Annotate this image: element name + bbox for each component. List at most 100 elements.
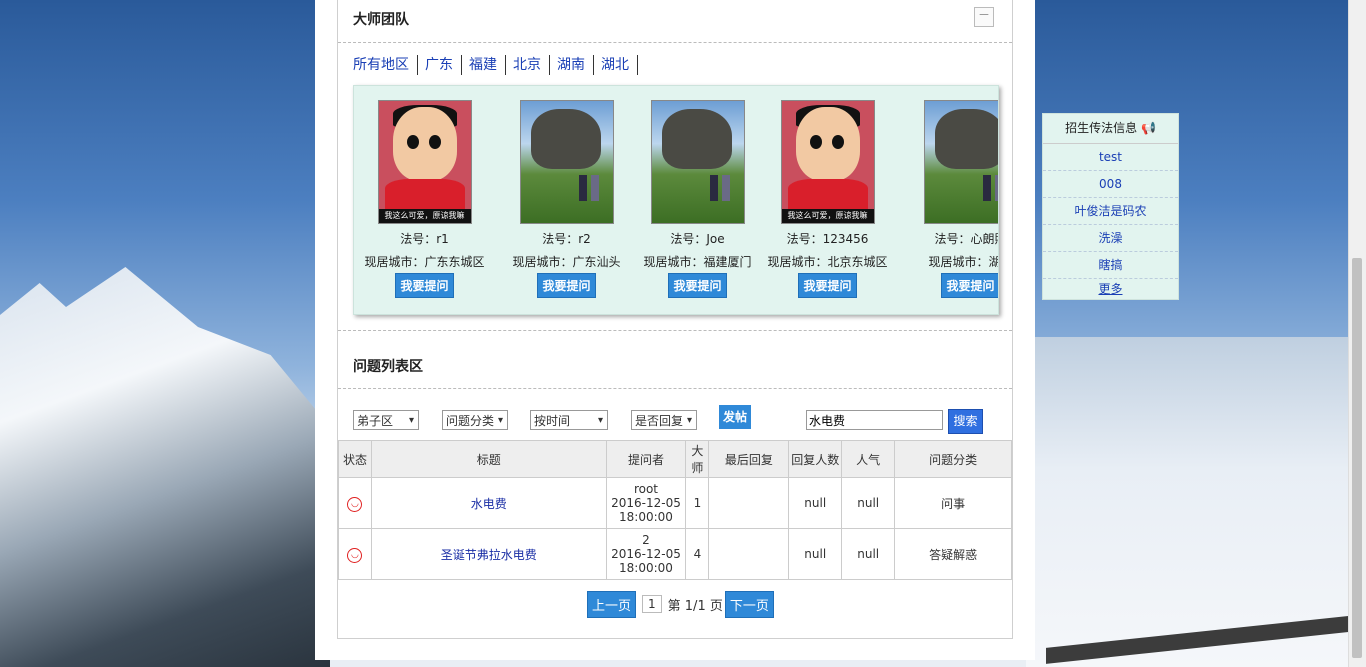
post-button[interactable]: 发帖 [719,405,751,429]
notice-item[interactable]: 叶俊洁是码农 [1043,198,1178,225]
content-box: 大师团队 － 所有地区 广东 福建 北京 湖南 湖北 我这么可爱，原谅我嘛 法号… [337,0,1013,639]
smile-icon: ◡ [347,496,363,512]
master-city: 现居城市：北京东城区 [767,255,888,269]
column-header: 回复人数 [788,440,843,478]
asker-date: 2016-12-05 [611,496,681,510]
column-header: 最后回复 [708,440,790,478]
ask-question-button[interactable]: 我要提问 [668,273,727,298]
master-avatar[interactable]: 我这么可爱，原谅我嘛 [780,100,875,224]
question-title-link[interactable]: 圣诞节弗拉水电费 [370,528,607,580]
filter-bar: 弟子区 问题分类 按时间 是否回复 发帖 搜索 [353,405,1003,435]
question-title-link[interactable]: 水电费 [370,477,607,529]
asker-time: 18:00:00 [619,561,673,575]
collapse-button[interactable]: － [974,7,994,27]
master-card: 法号：Joe 现居城市：福建厦门 我要提问 [635,100,760,298]
ask-question-button[interactable]: 我要提问 [395,273,454,298]
divider [338,42,1012,43]
table-row[interactable]: ◡ 圣诞节弗拉水电费 2 2016-12-05 18:00:00 4 null … [338,528,1012,580]
category-cell: 问事 [894,477,1012,529]
master-team-title: 大师团队 [353,12,409,28]
master-name: 法号：r2 [542,232,591,246]
clouds-right [1026,337,1366,667]
region-tab-fujian[interactable]: 福建 [469,55,506,75]
page-number[interactable]: 1 [642,595,662,613]
master-card: 我这么可爱，原谅我嘛 法号：r1 现居城市：广东东城区 我要提问 [362,100,487,298]
notice-item[interactable]: 008 [1043,171,1178,198]
category-select[interactable]: 问题分类 [442,410,508,431]
master-avatar[interactable] [650,100,745,224]
search-button[interactable]: 搜索 [948,409,983,434]
notice-widget: 招生传法信息 📢 test 008 叶俊洁是码农 洗澡 瞎搞 更多 [1042,113,1179,300]
next-page-button[interactable]: 下一页 [724,590,774,618]
column-header: 提问者 [605,440,687,478]
popularity-cell: null [841,477,896,529]
region-tab-hunan[interactable]: 湖南 [557,55,594,75]
master-avatar[interactable] [923,100,998,224]
sort-select[interactable]: 按时间 [530,410,608,431]
master-card: 我这么可爱，原谅我嘛 法号：123456 现居城市：北京东城区 我要提问 [765,100,890,298]
last-reply-cell [708,528,790,580]
notice-item[interactable]: 瞎搞 [1043,252,1178,279]
region-tabs: 所有地区 广东 福建 北京 湖南 湖北 [353,55,645,75]
reply-count-cell: null [788,477,843,529]
master-name: 法号：心朗照 [934,232,998,246]
prev-page-button[interactable]: 上一页 [587,590,637,618]
notice-item[interactable]: 洗澡 [1043,225,1178,252]
master-city: 现居城市：福建厦门 [643,255,752,269]
popularity-cell: null [841,528,896,580]
main-panel: 大师团队 － 所有地区 广东 福建 北京 湖南 湖北 我这么可爱，原谅我嘛 法号… [315,0,1035,660]
master-avatar[interactable]: 我这么可爱，原谅我嘛 [377,100,472,224]
master-name: 法号：r1 [400,232,449,246]
avatar-caption: 我这么可爱，原谅我嘛 [378,209,471,223]
area-select[interactable]: 弟子区 [353,410,419,431]
master-card: 法号：r2 现居城市：广东汕头 我要提问 [504,100,629,298]
master-city: 现居城市：湖南 [928,255,998,269]
master-card: 法号：心朗照 现居城市：湖南 我要提问 [908,100,998,298]
asker-name: root [633,482,659,496]
pagination: 上一页 1 第 1/1 页 下一页 [587,590,774,618]
question-table: 状态 标题 提问者 大师 最后回复 回复人数 人气 问题分类 ◡ 水电费 roo… [338,440,1012,580]
table-header-row: 状态 标题 提问者 大师 最后回复 回复人数 人气 问题分类 [338,440,1012,478]
megaphone-icon: 📢 [1140,121,1156,135]
master-city: 现居城市：广东东城区 [364,255,485,269]
scrollbar-thumb[interactable] [1352,258,1362,658]
ask-question-button[interactable]: 我要提问 [798,273,857,298]
notice-title: 招生传法信息 [1065,121,1138,135]
more-link[interactable]: 更多 [1043,279,1178,299]
category-cell: 答疑解惑 [894,528,1012,580]
asker-name: 2 [642,533,650,547]
master-name: 法号：Joe [670,232,725,246]
ask-question-button[interactable]: 我要提问 [941,273,998,298]
column-header: 状态 [338,440,372,478]
master-carousel: 我这么可爱，原谅我嘛 法号：r1 现居城市：广东东城区 我要提问 法号：r2 现… [353,85,999,315]
status-cell: ◡ [338,477,372,529]
region-tab-hubei[interactable]: 湖北 [601,55,638,75]
search-input[interactable] [806,410,943,430]
asker-time: 18:00:00 [619,510,673,524]
asker-cell: root 2016-12-05 18:00:00 [605,477,687,529]
column-header: 人气 [841,440,896,478]
page-info: 第 1/1 页 [667,598,723,614]
master-city: 现居城市：广东汕头 [512,255,621,269]
asker-cell: 2 2016-12-05 18:00:00 [605,528,687,580]
reply-count-cell: null [788,528,843,580]
question-list-title: 问题列表区 [353,359,423,375]
page-scrollbar[interactable] [1348,0,1366,667]
notice-header: 招生传法信息 📢 [1043,114,1178,144]
ask-question-button[interactable]: 我要提问 [537,273,596,298]
region-tab-guangdong[interactable]: 广东 [425,55,462,75]
master-avatar[interactable] [519,100,614,224]
last-reply-cell [708,477,790,529]
status-cell: ◡ [338,528,372,580]
replied-select[interactable]: 是否回复 [631,410,697,431]
notice-item[interactable]: test [1043,144,1178,171]
divider [338,330,1012,331]
region-tab-all[interactable]: 所有地区 [353,55,418,75]
master-name: 法号：123456 [786,232,869,246]
table-row[interactable]: ◡ 水电费 root 2016-12-05 18:00:00 1 null nu… [338,477,1012,529]
column-header: 问题分类 [894,440,1012,478]
master-cell: 1 [685,477,710,529]
smile-icon: ◡ [347,547,363,563]
column-header: 标题 [370,440,607,478]
region-tab-beijing[interactable]: 北京 [513,55,550,75]
